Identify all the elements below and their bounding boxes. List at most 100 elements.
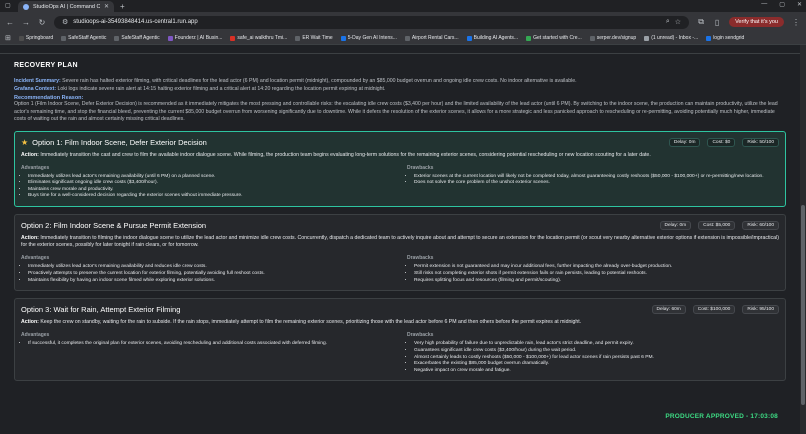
verify-identity-button[interactable]: Verify that it's you xyxy=(729,17,784,27)
advantages-heading: Advantages xyxy=(21,164,50,171)
bookmark-item[interactable]: safe_ai walkthru Tmi... xyxy=(230,35,287,41)
action-text: Immediately transition to filming the in… xyxy=(21,235,779,249)
drawbacks-heading: Drawbacks xyxy=(407,255,434,262)
option-details: Advantages Immediately utilizes lead acto… xyxy=(21,255,779,284)
reload-icon[interactable]: ↻ xyxy=(38,18,46,27)
incident-label: Incident Summary: xyxy=(14,78,61,84)
tab-search-icon[interactable]: ▢ xyxy=(5,2,11,9)
bookmark-favicon-icon xyxy=(526,35,532,41)
advantages-column: Advantages If successful, it completes th… xyxy=(21,332,393,374)
tab-title: StudioOps AI | Command Cent xyxy=(33,3,100,10)
page-scrollbar[interactable] xyxy=(800,45,806,434)
bookmark-item[interactable]: ER Wait Time xyxy=(295,35,333,41)
option-action: Action: Keep the crew on standby, waitin… xyxy=(21,319,779,326)
address-bar[interactable]: ⚙ studioops-ai-35493848414.us-central1.r… xyxy=(54,15,690,29)
bookmark-label: serper.dev/signup xyxy=(596,35,637,41)
option-card[interactable]: Option 2: Film Indoor Scene & Pursue Per… xyxy=(14,214,786,292)
approval-status: PRODUCER APPROVED - 17:03:08 xyxy=(665,413,778,420)
option-title: Option 2: Film Indoor Scene & Pursue Per… xyxy=(21,221,207,231)
bookmark-item[interactable]: Founderz | AI Busin... xyxy=(167,35,223,41)
bookmark-label: SafeStaff Agentic xyxy=(68,35,107,41)
bookmark-star-icon[interactable]: ☆ xyxy=(675,18,681,26)
back-icon[interactable]: ← xyxy=(6,18,14,27)
zoom-icon[interactable]: ⌕ xyxy=(666,18,670,26)
option-card[interactable]: Option 3: Wait for Rain, Attempt Exterio… xyxy=(14,298,786,382)
action-text: Keep the crew on standby, waiting for th… xyxy=(38,319,582,326)
advantage-item: Buys time for a well-considered decision… xyxy=(28,193,393,200)
drawbacks-list: Permit extension is not guaranteed and m… xyxy=(407,264,779,284)
bookmark-item[interactable]: Airport Rental Cars... xyxy=(404,35,459,41)
minimize-icon[interactable]: — xyxy=(761,1,767,8)
extensions-icon[interactable]: ⧉ xyxy=(697,17,705,27)
bookmark-item[interactable]: Get started with Cre... xyxy=(526,35,582,41)
advantages-heading: Advantages xyxy=(21,255,50,262)
bookmark-item[interactable]: SafeStaff Agentic xyxy=(61,35,106,41)
browser-tab[interactable]: StudioOps AI | Command Cent ✕ xyxy=(18,1,114,12)
drawback-item: Negative impact on crew morale and fatig… xyxy=(414,368,779,375)
profile-icon[interactable]: ▯ xyxy=(713,18,721,27)
bookmark-favicon-icon xyxy=(18,35,24,41)
drawback-item: Requires splitting focus and resources (… xyxy=(414,278,779,285)
advantages-list: If successful, it completes the original… xyxy=(21,341,393,348)
risk-badge: Risk: 50/100 xyxy=(742,137,779,147)
bookmark-item[interactable]: 5-Day Gen AI Intens... xyxy=(340,35,397,41)
scrollbar-thumb[interactable] xyxy=(801,205,805,405)
bookmark-favicon-icon xyxy=(295,35,301,41)
drawback-item: Guarantees significant idle crew costs (… xyxy=(414,348,779,355)
drawback-item: Still risks not completing exterior shot… xyxy=(414,271,779,278)
drawback-item: Exacerbates the existing $85,000 budget … xyxy=(414,361,779,368)
action-label: Action: xyxy=(21,151,39,158)
option-title: Option 1: Film Indoor Scene, Defer Exter… xyxy=(32,137,207,147)
incident-summary: Incident Summary: Severe rain has halted… xyxy=(14,78,786,86)
option-header: Option 2: Film Indoor Scene & Pursue Per… xyxy=(21,221,779,231)
delay-badge: Delay: 0m xyxy=(659,221,692,231)
site-info-icon[interactable]: ⚙ xyxy=(62,18,68,26)
option-header: ★ Option 1: Film Indoor Scene, Defer Exte… xyxy=(21,137,779,147)
option-action: Action: Immediately transition to filmin… xyxy=(21,235,779,249)
apps-grid-icon[interactable]: ⊞ xyxy=(5,34,11,42)
bookmark-label: Get started with Cre... xyxy=(533,35,582,41)
bookmark-label: safe_ai walkthru Tmi... xyxy=(237,35,288,41)
menu-icon[interactable]: ⋮ xyxy=(792,18,800,27)
action-text: Immediately transition the cast and crew… xyxy=(38,151,651,158)
bookmark-label: (1 unread) - Inbox -... xyxy=(651,35,699,41)
bookmark-item[interactable]: Building AI Agents... xyxy=(466,35,518,41)
tab-favicon-icon xyxy=(23,3,29,10)
bookmark-favicon-icon xyxy=(466,35,472,41)
bookmark-item[interactable]: login sendgrid xyxy=(706,35,744,41)
bookmark-item[interactable]: SafeStaff Agentic xyxy=(114,35,160,41)
bookmark-item[interactable]: Springboard xyxy=(18,35,53,41)
action-label: Action: xyxy=(21,319,39,326)
advantage-item: Eliminates significant ongoing idle crew… xyxy=(28,180,393,187)
bookmark-item[interactable]: (1 unread) - Inbox -... xyxy=(644,35,698,41)
bookmark-label: 5-Day Gen AI Intens... xyxy=(347,35,397,41)
maximize-icon[interactable]: ▢ xyxy=(779,1,785,8)
bookmark-favicon-icon xyxy=(114,35,120,41)
bookmark-label: Founderz | AI Busin... xyxy=(174,35,223,41)
delay-badge: Delay: 60m xyxy=(651,305,686,315)
window-controls: — ▢ ✕ xyxy=(761,1,802,8)
option-card[interactable]: ★ Option 1: Film Indoor Scene, Defer Exte… xyxy=(14,130,786,208)
options-list: ★ Option 1: Film Indoor Scene, Defer Exte… xyxy=(14,130,786,382)
new-tab-icon[interactable]: + xyxy=(120,1,125,12)
forward-icon[interactable]: → xyxy=(22,18,30,27)
bookmark-item[interactable]: serper.dev/signup xyxy=(589,35,637,41)
bookmark-label: ER Wait Time xyxy=(302,35,333,41)
risk-badge: Risk: 60/100 xyxy=(742,221,779,231)
url-text: studioops-ai-35493848414.us-central1.run… xyxy=(73,19,198,25)
close-window-icon[interactable]: ✕ xyxy=(797,1,802,8)
grafana-context: Grafana Context: Loki logs indicate seve… xyxy=(14,86,786,94)
tab-strip: ▢ StudioOps AI | Command Cent ✕ + — ▢ ✕ xyxy=(0,0,806,12)
option-details: Advantages If successful, it completes th… xyxy=(21,332,779,374)
drawbacks-heading: Drawbacks xyxy=(407,332,434,339)
delay-badge: Delay: 0m xyxy=(668,137,701,147)
advantage-item: Maintains flexibility by having an indoo… xyxy=(28,278,393,285)
cost-badge: Cost: $100,000 xyxy=(692,305,736,315)
advantages-heading: Advantages xyxy=(21,332,50,339)
advantages-list: Immediately utilizes lead actor's remain… xyxy=(21,174,393,200)
bookmark-favicon-icon xyxy=(706,35,712,41)
main-content: RECOVERY PLAN Incident Summary: Severe r… xyxy=(0,45,800,434)
drawbacks-column: Drawbacks Very high probability of failur… xyxy=(407,332,779,374)
recommendation-text: Option 1 (Film Indoor Scene, Defer Exter… xyxy=(14,101,778,122)
tab-close-icon[interactable]: ✕ xyxy=(104,3,109,10)
